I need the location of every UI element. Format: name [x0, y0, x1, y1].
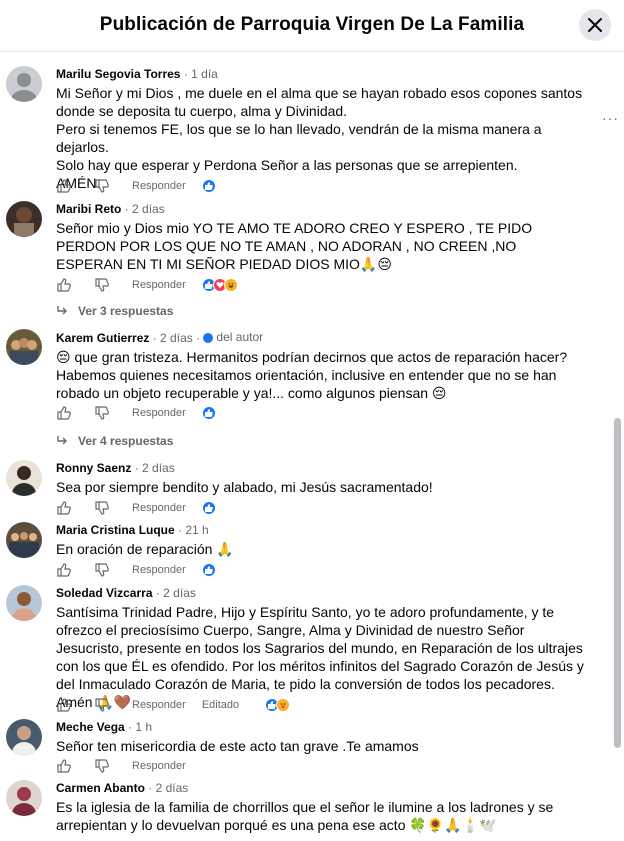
comment-author[interactable]: Karem Gutierrez: [56, 331, 149, 345]
like-reaction-icon: [201, 179, 216, 193]
haha-reaction-icon: [223, 278, 238, 292]
avatar[interactable]: [6, 329, 42, 365]
reply-button[interactable]: Responder: [132, 180, 186, 192]
comment-text: Señor mio y Dios mio YO TE AMO TE ADORO …: [56, 220, 533, 272]
thumbs-down-icon[interactable]: [94, 178, 110, 194]
comment-actions: Responder: [56, 178, 216, 194]
reply-button[interactable]: Responder: [132, 407, 186, 419]
thumbs-up-icon[interactable]: [56, 500, 72, 516]
comment-actions: Responder Editado: [56, 697, 291, 713]
comment-text: Mi Señor y mi Dios , me duele en el alma…: [56, 85, 583, 191]
avatar[interactable]: [6, 585, 42, 621]
avatar[interactable]: [6, 460, 42, 496]
like-reaction-icon: [201, 501, 216, 515]
edited-label: Editado: [201, 699, 240, 711]
more-options-icon[interactable]: ···: [602, 110, 619, 126]
thumbs-down-icon[interactable]: [94, 405, 110, 421]
comment-time[interactable]: · 2 días ·: [153, 331, 200, 345]
avatar[interactable]: [6, 201, 42, 237]
reactions[interactable]: [201, 501, 216, 515]
comment-text: Sea por siempre bendito y alabado, mi Je…: [56, 479, 433, 495]
comment-text: Santísima Trinidad Padre, Hijo y Espírit…: [56, 604, 584, 710]
author-badge-icon: [203, 333, 214, 343]
thumbs-up-icon[interactable]: [56, 405, 72, 421]
comment-author[interactable]: Meche Vega: [56, 720, 125, 734]
comment-actions: Responder: [56, 758, 202, 774]
comment-time[interactable]: · 2 días: [148, 781, 188, 795]
dialog-title: Publicación de Parroquia Virgen De La Fa…: [99, 14, 525, 35]
thumbs-down-icon[interactable]: [94, 697, 110, 713]
comment-actions: Responder: [56, 500, 216, 516]
comment-author[interactable]: Soledad Vizcarra: [56, 586, 153, 600]
scrollbar-thumb[interactable]: [614, 418, 621, 748]
reply-arrow-icon: [57, 436, 67, 445]
comment-time[interactable]: · 2 días: [135, 461, 175, 475]
view-replies-label: Ver 4 respuestas: [78, 434, 174, 448]
avatar[interactable]: [6, 66, 42, 102]
author-badge-label: del autor: [216, 330, 264, 344]
comment-time[interactable]: · 2 días: [156, 586, 196, 600]
thumbs-up-icon[interactable]: [56, 697, 72, 713]
avatar[interactable]: [6, 719, 42, 755]
reactions[interactable]: [265, 698, 291, 712]
comment-author[interactable]: Maribi Reto: [56, 202, 121, 216]
comment-time[interactable]: · 21 h: [178, 523, 209, 537]
reply-arrow-icon: [57, 306, 67, 315]
thumbs-up-icon[interactable]: [56, 562, 72, 578]
comment-actions: Responder: [56, 277, 238, 293]
comment-text: Señor ten misericordia de este acto tan …: [56, 738, 419, 754]
author-badge: del autor: [203, 329, 263, 345]
comment-time[interactable]: · 2 días: [125, 202, 165, 216]
thumbs-up-icon[interactable]: [56, 758, 72, 774]
comment-time[interactable]: · 1 h: [128, 720, 152, 734]
reactions[interactable]: [201, 563, 216, 577]
comment-author[interactable]: Marilu Segovia Torres: [56, 67, 180, 81]
reply-button[interactable]: Responder: [132, 760, 186, 772]
thumbs-up-icon[interactable]: [56, 277, 72, 293]
thumbs-down-icon[interactable]: [94, 758, 110, 774]
comment-author[interactable]: Carmen Abanto: [56, 781, 145, 795]
close-button[interactable]: [579, 9, 611, 41]
view-replies-button[interactable]: Ver 4 respuestas: [56, 434, 173, 448]
comment-author[interactable]: Maria Cristina Luque: [56, 523, 175, 537]
comment-time[interactable]: · 1 día: [184, 67, 218, 81]
comment-actions: Responder: [56, 562, 216, 578]
like-reaction-icon: [201, 406, 216, 420]
reply-button[interactable]: Responder: [132, 564, 186, 576]
thumbs-down-icon[interactable]: [94, 562, 110, 578]
avatar[interactable]: [6, 522, 42, 558]
comment-actions: Responder: [56, 405, 216, 421]
dialog-header: Publicación de Parroquia Virgen De La Fa…: [0, 0, 624, 52]
avatar[interactable]: [6, 780, 42, 816]
thumbs-up-icon[interactable]: [56, 178, 72, 194]
reactions[interactable]: [201, 406, 216, 420]
view-replies-button[interactable]: Ver 3 respuestas: [56, 304, 173, 318]
thumbs-down-icon[interactable]: [94, 500, 110, 516]
comment-text: Es la iglesia de la familia de chorrillo…: [56, 799, 554, 833]
comment-author[interactable]: Ronny Saenz: [56, 461, 131, 475]
reactions[interactable]: [201, 179, 216, 193]
comment-text: En oración de reparación 🙏: [56, 541, 234, 557]
reply-button[interactable]: Responder: [132, 502, 186, 514]
reactions[interactable]: [201, 278, 238, 292]
view-replies-label: Ver 3 respuestas: [78, 304, 174, 318]
comment-text: 😔 que gran tristeza. Hermanitos podrían …: [56, 349, 568, 401]
reply-button[interactable]: Responder: [132, 279, 186, 291]
close-icon: [588, 18, 602, 32]
like-reaction-icon: [201, 563, 216, 577]
reply-button[interactable]: Responder: [132, 699, 186, 711]
thumbs-down-icon[interactable]: [94, 277, 110, 293]
